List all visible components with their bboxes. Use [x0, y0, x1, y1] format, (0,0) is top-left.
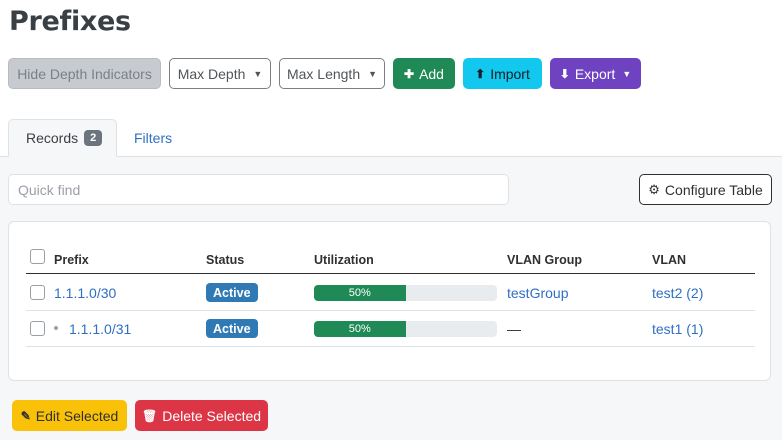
edit-selected-button[interactable]: ✎ Edit Selected [12, 400, 127, 431]
add-button[interactable]: ✚ Add [393, 58, 455, 89]
gear-icon: ⚙ [648, 181, 660, 197]
delete-selected-button[interactable]: 🗑 Delete Selected [135, 400, 268, 431]
caret-down-icon: ▼ [622, 68, 632, 79]
table-row: 1.1.1.0/30 Active 50% testGroup test2 (2… [26, 275, 755, 311]
download-icon: ⬇ [559, 66, 570, 81]
import-button[interactable]: ⬆ Import [463, 58, 542, 89]
tab-records[interactable]: Records 2 [8, 119, 117, 157]
column-utilization[interactable]: Utilization [314, 253, 374, 267]
records-panel: ⚙ Configure Table Prefix Status Utilizat… [0, 157, 782, 440]
tab-records-label: Records [26, 130, 79, 146]
row-checkbox[interactable] [30, 285, 45, 300]
records-count-badge: 2 [84, 130, 103, 146]
caret-down-icon: ▼ [253, 68, 263, 79]
results-table-card: Prefix Status Utilization VLAN Group VLA… [8, 221, 771, 381]
prefix-link[interactable]: 1.1.1.0/31 [69, 321, 131, 337]
page-title: Prefixes [9, 6, 131, 37]
hide-depth-indicators-button[interactable]: Hide Depth Indicators [8, 58, 161, 89]
select-all-checkbox[interactable] [30, 249, 45, 264]
vlan-group-link[interactable]: testGroup [507, 285, 568, 301]
quick-find-input[interactable] [8, 174, 509, 205]
pencil-icon: ✎ [20, 408, 31, 423]
tab-bar: Records 2 Filters [0, 119, 782, 157]
configure-table-button[interactable]: ⚙ Configure Table [639, 174, 772, 205]
status-badge: Active [206, 283, 258, 302]
utilization-fill: 50% [314, 285, 406, 301]
prefix-link[interactable]: 1.1.1.0/30 [54, 285, 116, 301]
import-label: Import [490, 65, 530, 82]
add-label: Add [419, 65, 444, 82]
max-length-dropdown[interactable]: Max Length ▼ [279, 58, 385, 89]
column-vlan-group[interactable]: VLAN Group [507, 253, 582, 267]
depth-indicator-icon [54, 326, 58, 330]
upload-icon: ⬆ [475, 66, 486, 81]
column-prefix[interactable]: Prefix [54, 253, 89, 267]
max-depth-dropdown[interactable]: Max Depth ▼ [169, 58, 271, 89]
edit-selected-label: Edit Selected [35, 407, 119, 424]
utilization-bar: 50% [314, 285, 497, 301]
utilization-fill: 50% [314, 321, 406, 337]
vlan-link[interactable]: test2 (2) [652, 285, 703, 301]
export-button[interactable]: ⬇ Export ▼ [550, 58, 641, 89]
row-checkbox[interactable] [30, 321, 45, 336]
table-header: Prefix Status Utilization VLAN Group VLA… [26, 244, 755, 274]
vlan-link[interactable]: test1 (1) [652, 321, 703, 337]
max-length-label: Max Length [286, 65, 361, 82]
toolbar: Hide Depth Indicators Max Depth ▼ Max Le… [8, 58, 641, 89]
utilization-bar: 50% [314, 321, 497, 337]
configure-table-label: Configure Table [664, 181, 763, 198]
caret-down-icon: ▼ [368, 68, 378, 79]
plus-icon: ✚ [404, 66, 415, 81]
tab-filters[interactable]: Filters [134, 119, 172, 157]
table-row: 1.1.1.0/31 Active 50% — test1 (1) [26, 311, 755, 347]
column-status[interactable]: Status [206, 253, 244, 267]
vlan-group-empty: — [507, 321, 521, 337]
bulk-actions: ✎ Edit Selected 🗑 Delete Selected [12, 400, 268, 431]
export-label: Export [574, 65, 616, 82]
delete-selected-label: Delete Selected [162, 407, 262, 424]
max-depth-label: Max Depth [177, 65, 246, 82]
column-vlan[interactable]: VLAN [652, 253, 686, 267]
trash-icon: 🗑 [141, 408, 158, 423]
status-badge: Active [206, 319, 258, 338]
